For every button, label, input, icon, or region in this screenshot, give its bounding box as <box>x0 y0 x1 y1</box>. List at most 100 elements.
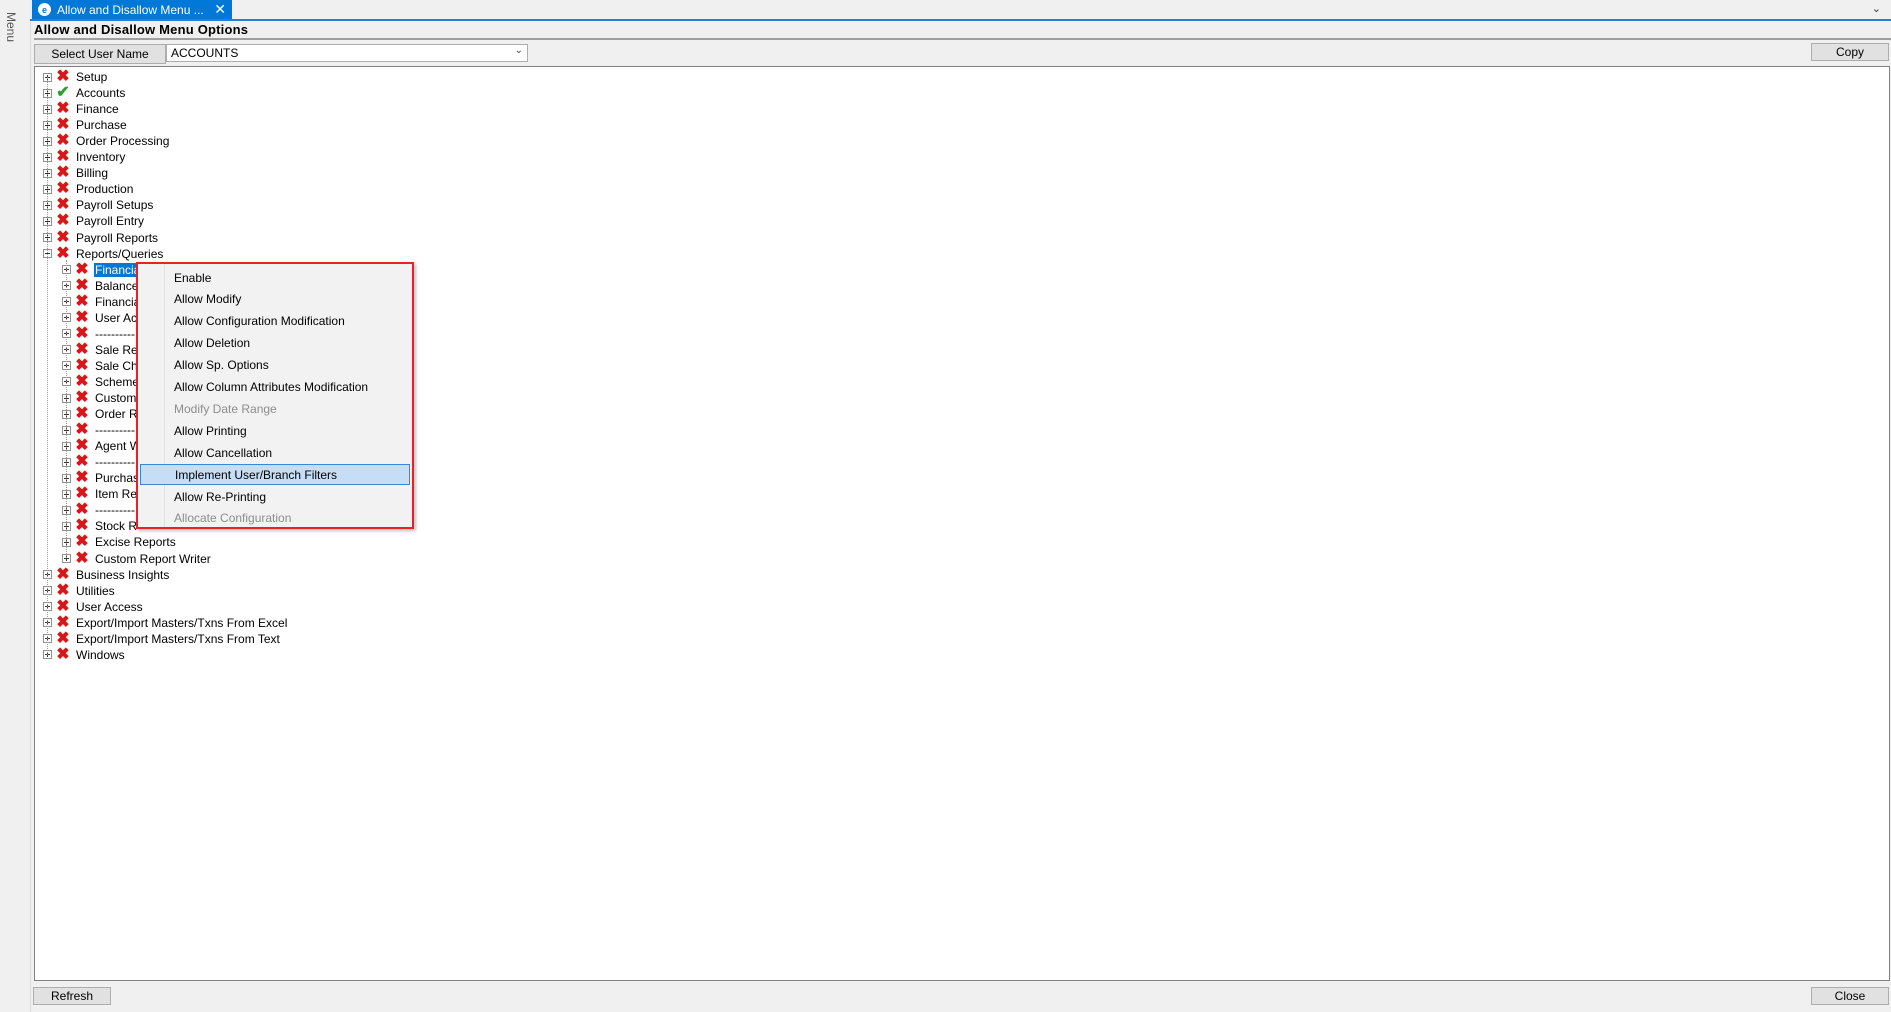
tree-node-label[interactable]: Finance <box>75 102 120 116</box>
side-menu-strip[interactable]: Menu <box>0 0 31 1012</box>
x-icon[interactable]: ✖ <box>55 598 71 615</box>
tree-node[interactable]: ✖ Balance <box>62 277 139 294</box>
x-icon[interactable]: ✖ <box>74 261 90 278</box>
x-icon[interactable]: ✖ <box>74 293 90 310</box>
check-icon[interactable]: ✔ <box>55 85 71 101</box>
tree-node-label[interactable]: Utilities <box>75 584 116 598</box>
x-icon[interactable]: ✖ <box>74 277 90 294</box>
context-menu-item[interactable]: Allow Sp. Options <box>140 355 410 376</box>
x-icon[interactable]: ✖ <box>55 165 71 181</box>
x-icon[interactable]: ✖ <box>74 454 90 470</box>
x-icon[interactable]: ✖ <box>55 566 71 583</box>
context-menu-item[interactable]: Allow Re-Printing <box>140 486 410 507</box>
x-icon[interactable]: ✖ <box>74 550 90 567</box>
tree-node-label[interactable]: Business Insights <box>75 568 170 582</box>
tree-node-label[interactable]: Purchas <box>94 471 140 485</box>
x-icon[interactable]: ✖ <box>74 534 90 550</box>
tree-node[interactable]: ✖ Sale Re <box>62 341 139 358</box>
tree-node[interactable]: ✔ Accounts <box>43 85 126 101</box>
context-menu-item[interactable]: Implement User/Branch Filters <box>140 464 410 486</box>
tree-node-label[interactable]: Balance <box>94 279 139 293</box>
tree-node[interactable]: ✖ Finance <box>43 101 120 117</box>
x-icon[interactable]: ✖ <box>74 341 90 358</box>
tree-node[interactable]: ✖ Payroll Entry <box>43 213 145 229</box>
x-icon[interactable]: ✖ <box>74 406 90 422</box>
tree-node[interactable]: ✖ Agent W <box>62 438 142 454</box>
x-icon[interactable]: ✖ <box>74 438 90 454</box>
tab-overflow-chevron-icon[interactable]: ⌄ <box>1872 2 1881 15</box>
x-icon[interactable]: ✖ <box>55 69 71 85</box>
tree-node-label[interactable]: Payroll Setups <box>75 198 154 212</box>
x-icon[interactable]: ✖ <box>74 422 90 438</box>
tree-node-label[interactable]: Payroll Reports <box>75 231 159 245</box>
tree-node[interactable]: ✖ Order Processing <box>43 133 170 149</box>
tree-node[interactable]: ✖ Export/Import Masters/Txns From Excel <box>43 614 288 631</box>
tree-node[interactable]: ✖ ---------- <box>62 502 136 518</box>
tree-node-label[interactable]: Agent W <box>94 439 142 453</box>
context-menu-item[interactable]: Allow Column Attributes Modification <box>140 377 410 398</box>
context-menu-item[interactable]: Allow Configuration Modification <box>140 311 410 332</box>
tree-node-label[interactable]: Excise Reports <box>94 535 177 549</box>
tree-node-label[interactable]: Scheme <box>94 375 140 389</box>
tree-node-label[interactable]: ---------- <box>94 455 136 469</box>
tree-node[interactable]: ✖ ---------- <box>62 422 136 438</box>
tree-node-label[interactable]: User Ac <box>94 311 138 325</box>
x-icon[interactable]: ✖ <box>74 357 90 374</box>
x-icon[interactable]: ✖ <box>55 149 71 165</box>
tree-node-label[interactable]: Item Re <box>94 487 138 501</box>
tree-node[interactable]: ✖ Order R <box>62 406 139 422</box>
tree-node-label[interactable]: Order R <box>94 407 139 421</box>
tree-node-label[interactable]: Purchase <box>75 118 128 132</box>
tree-node-label[interactable]: Billing <box>75 166 109 180</box>
refresh-button[interactable]: Refresh <box>33 987 111 1005</box>
x-icon[interactable]: ✖ <box>74 502 90 518</box>
tree-node-label[interactable]: Windows <box>75 648 126 662</box>
context-menu-item[interactable]: Allow Modify <box>140 289 410 310</box>
context-menu-item[interactable]: Allow Cancellation <box>140 442 410 463</box>
tree-node[interactable]: ✖ Payroll Reports <box>43 229 159 246</box>
x-icon[interactable]: ✖ <box>55 117 71 133</box>
tree-node[interactable]: ✖ Setup <box>43 69 108 85</box>
tree-node[interactable]: ✖ Reports/Queries <box>43 245 164 262</box>
tree-node-label[interactable]: User Access <box>75 600 144 614</box>
tree-node[interactable]: ✖ Purchase <box>43 117 128 133</box>
tree-node[interactable]: ✖ Purchas <box>62 470 140 486</box>
tree-node[interactable]: ✖ ---------- <box>62 325 136 342</box>
tree-node[interactable]: ✖ Billing <box>43 165 109 181</box>
x-icon[interactable]: ✖ <box>74 373 90 390</box>
close-button[interactable]: Close <box>1811 987 1889 1005</box>
tree-node-label[interactable]: Accounts <box>75 86 126 100</box>
copy-button[interactable]: Copy <box>1811 43 1889 61</box>
tree-node-label[interactable]: Setup <box>75 70 108 84</box>
chevron-down-icon[interactable]: ⌄ <box>515 45 523 56</box>
tree-node-label[interactable]: Custom Report Writer <box>94 552 212 566</box>
x-icon[interactable]: ✖ <box>55 245 71 262</box>
tree-node-label[interactable]: Order Processing <box>75 134 170 148</box>
context-menu-item[interactable]: Allow Printing <box>140 420 410 441</box>
tree-node[interactable]: ✖ Utilities <box>43 582 116 599</box>
x-icon[interactable]: ✖ <box>55 133 71 149</box>
context-menu-item[interactable]: Allow Deletion <box>140 333 410 354</box>
tree-node[interactable]: ✖ Export/Import Masters/Txns From Text <box>43 630 281 647</box>
x-icon[interactable]: ✖ <box>55 229 71 246</box>
tree-node[interactable]: ✖ Payroll Setups <box>43 197 154 213</box>
tree-node[interactable]: ✖ User Ac <box>62 309 138 326</box>
x-icon[interactable]: ✖ <box>55 630 71 647</box>
x-icon[interactable]: ✖ <box>55 101 71 117</box>
tree-node-label[interactable]: ---------- <box>94 503 136 517</box>
x-icon[interactable]: ✖ <box>55 614 71 631</box>
tree-node-label[interactable]: Export/Import Masters/Txns From Excel <box>75 616 288 630</box>
user-name-select[interactable]: ACCOUNTS ⌄ <box>166 44 528 62</box>
tree-node-label[interactable]: Production <box>75 182 134 196</box>
x-icon[interactable]: ✖ <box>55 197 71 213</box>
x-icon[interactable]: ✖ <box>55 582 71 599</box>
tree-node-label[interactable]: Payroll Entry <box>75 214 145 228</box>
tree-node[interactable]: ✖ Custom Report Writer <box>62 550 212 567</box>
tree-node[interactable]: ✖ Financial <box>62 261 145 278</box>
tree-node[interactable]: ✖ Production <box>43 181 134 197</box>
tree-node[interactable]: ✖ Windows <box>43 646 126 663</box>
tree-node-label[interactable]: ---------- <box>94 423 136 437</box>
x-icon[interactable]: ✖ <box>74 309 90 326</box>
x-icon[interactable]: ✖ <box>55 213 71 229</box>
tree-node[interactable]: ✖ User Access <box>43 598 144 615</box>
